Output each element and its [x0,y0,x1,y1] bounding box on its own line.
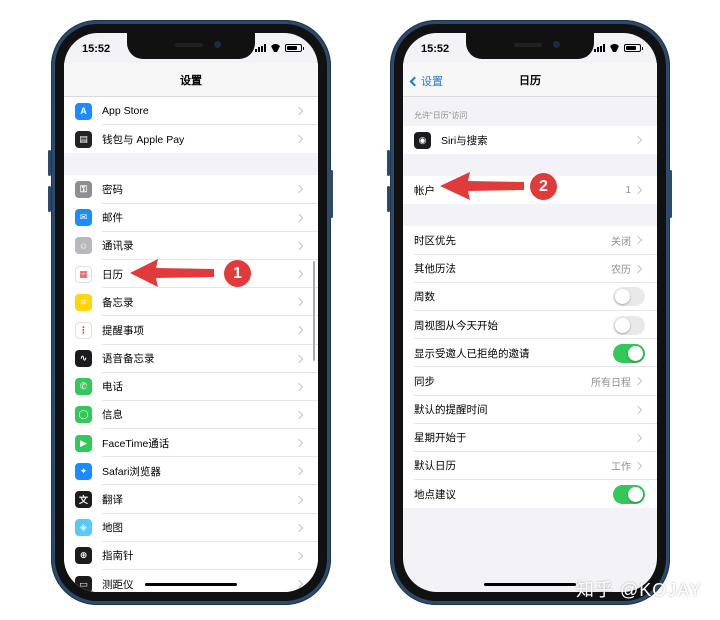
watermark: 知乎 @KOJAY [576,580,702,600]
arrow-to-accounts [440,172,524,200]
annotation-arrows [130,172,524,287]
arrow-to-calendar [130,259,214,287]
